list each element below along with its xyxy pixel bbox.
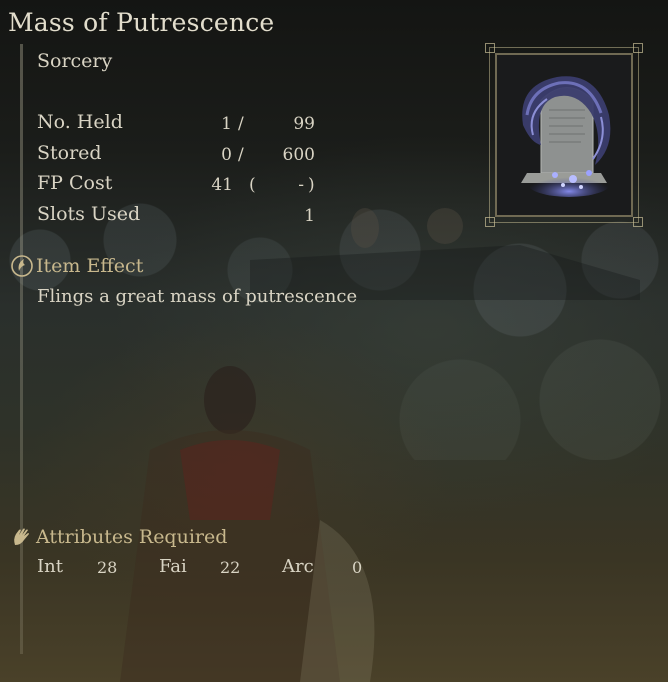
arc-value: 0 [352, 558, 363, 577]
fai-label: Fai [159, 556, 187, 577]
background-foliage [0, 200, 668, 460]
item-effect-text: Flings a great mass of putrescence [37, 286, 358, 307]
divider-line [20, 44, 23, 654]
fp-open-paren: ( [249, 175, 256, 195]
hand-icon [14, 528, 29, 545]
fp-cost-value: 41 [211, 175, 233, 195]
item-effect-heading-text: Item Effect [36, 255, 144, 277]
slots-used-label: Slots Used [37, 203, 141, 225]
held-current: 1 [221, 114, 232, 134]
stored-label: Stored [37, 142, 102, 164]
fp-close-paren: ) [308, 175, 315, 195]
stored-separator: / [238, 145, 244, 165]
slots-used-value: 1 [304, 206, 315, 226]
held-label: No. Held [37, 111, 123, 133]
fai-value: 22 [220, 558, 241, 577]
item-effect-heading: Item Effect [10, 254, 143, 278]
stored-max: 600 [282, 145, 315, 165]
spell-tablet-image [521, 76, 611, 197]
item-title: Mass of Putrescence [8, 8, 275, 37]
int-label: Int [37, 556, 63, 577]
fp-cost-label: FP Cost [37, 172, 113, 194]
attributes-heading-text: Attributes Required [36, 526, 228, 548]
held-separator: / [238, 114, 244, 134]
item-image-frame [485, 43, 643, 227]
stored-current: 0 [221, 145, 232, 165]
attributes-heading: Attributes Required [10, 525, 227, 549]
held-max: 99 [293, 114, 315, 134]
arc-label: Arc [282, 556, 314, 577]
fp-extra-value: - [298, 175, 304, 195]
int-value: 28 [97, 558, 118, 577]
item-effect-icon [11, 255, 33, 277]
item-type: Sorcery [37, 50, 113, 72]
